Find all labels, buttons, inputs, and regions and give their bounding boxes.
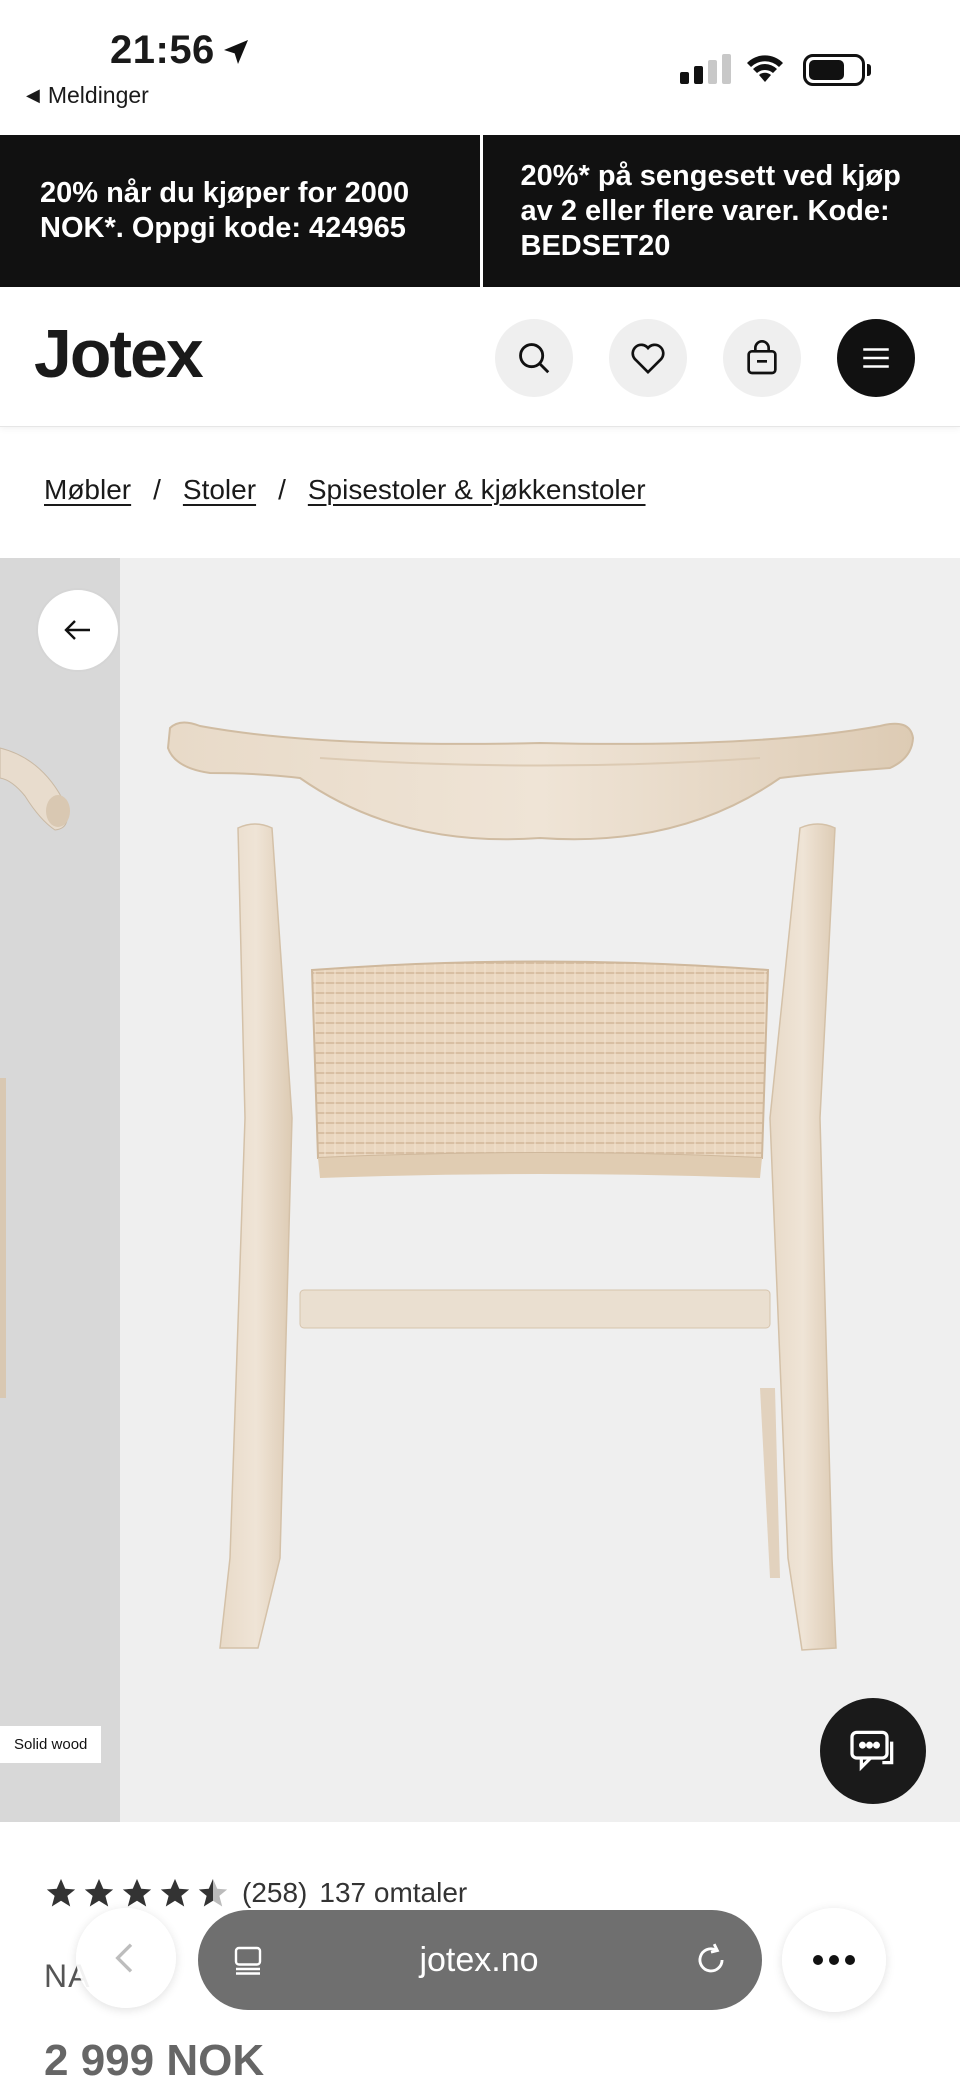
- arrow-left-icon: [64, 620, 90, 640]
- cart-icon: [747, 340, 777, 375]
- breadcrumb-separator: /: [278, 474, 286, 505]
- rating-count: (258): [242, 1877, 308, 1908]
- star-half-icon: [198, 1878, 228, 1907]
- promo-left[interactable]: 20% når du kjøper for 2000 NOK*. Oppgi k…: [0, 135, 483, 287]
- status-time: 21:56: [110, 28, 215, 72]
- chat-button[interactable]: [820, 1698, 926, 1804]
- address-bar[interactable]: jotex.no: [198, 1910, 762, 2010]
- battery-icon: [803, 54, 865, 86]
- product-gallery[interactable]: Solid wood: [0, 558, 960, 1822]
- product-rating[interactable]: (258) 137 omtaler: [44, 1876, 467, 1910]
- solid-wood-badge: Solid wood: [0, 1726, 102, 1763]
- back-triangle-icon: ◀: [26, 85, 40, 105]
- more-icon: [813, 1955, 855, 1965]
- previous-product-image[interactable]: [0, 558, 120, 1822]
- wishlist-button[interactable]: [609, 319, 687, 397]
- star-icon: [46, 1878, 76, 1907]
- search-button[interactable]: [495, 319, 573, 397]
- site-header: Jotex: [0, 287, 960, 427]
- star-icon: [160, 1878, 190, 1907]
- chevron-left-icon: [115, 1943, 133, 1973]
- promo-right[interactable]: 20%* på sengesett ved kjøp av 2 eller fl…: [483, 135, 960, 287]
- breadcrumb-spisestoler[interactable]: Spisestoler & kjøkkenstoler: [308, 474, 646, 506]
- jotex-logo[interactable]: Jotex: [34, 315, 204, 393]
- breadcrumb-stoler[interactable]: Stoler: [183, 474, 256, 506]
- browser-back-button[interactable]: [76, 1908, 176, 2008]
- promo-banner: 20% når du kjøper for 2000 NOK*. Oppgi k…: [0, 135, 960, 287]
- url-text[interactable]: jotex.no: [419, 1941, 538, 1980]
- status-bar: 21:56 ◀ Meldinger: [0, 0, 960, 135]
- tabs-icon[interactable]: [230, 1942, 266, 1978]
- breadcrumb-mobler[interactable]: Møbler: [44, 474, 131, 506]
- heart-icon: [631, 343, 665, 375]
- location-arrow-icon: [224, 40, 248, 64]
- menu-icon: [863, 348, 889, 368]
- gallery-previous-button[interactable]: [36, 588, 120, 672]
- back-to-app-link[interactable]: ◀ Meldinger: [26, 82, 149, 109]
- back-app-label: Meldinger: [47, 82, 149, 108]
- product-image-chair: [120, 558, 960, 1822]
- breadcrumb: Møbler / Stoler / Spisestoler & kjøkkens…: [44, 474, 646, 506]
- reload-icon[interactable]: [692, 1941, 730, 1979]
- star-icon: [84, 1878, 114, 1907]
- chat-icon: [850, 1730, 894, 1772]
- star-icon: [122, 1878, 152, 1907]
- rating-stars: [44, 1876, 230, 1910]
- browser-more-button[interactable]: [782, 1908, 886, 2012]
- menu-button[interactable]: [837, 319, 915, 397]
- cart-button[interactable]: [723, 319, 801, 397]
- product-price: 2 999 NOK: [44, 2036, 265, 2085]
- search-icon: [519, 343, 550, 374]
- wifi-icon: [747, 55, 783, 82]
- battery-tip: [867, 64, 871, 76]
- breadcrumb-separator: /: [153, 474, 161, 505]
- cellular-signal-icon: [680, 54, 731, 84]
- reviews-count[interactable]: 137 omtaler: [319, 1877, 467, 1909]
